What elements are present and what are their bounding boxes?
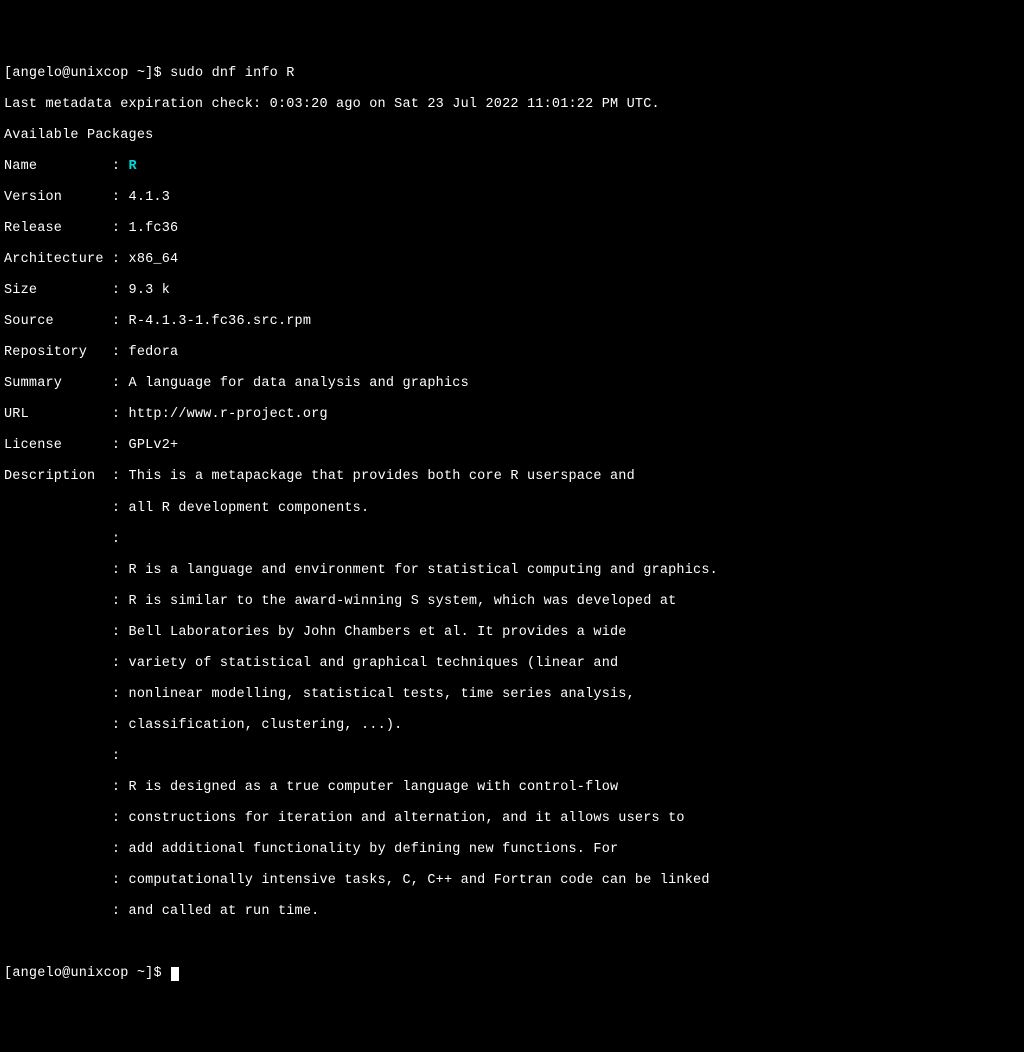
value-description-10: constructions for iteration and alternat… bbox=[129, 811, 685, 826]
cont-marker: : bbox=[4, 842, 129, 857]
prompt-user: angelo bbox=[12, 66, 62, 81]
field-description-7: : nonlinear modelling, statistical tests… bbox=[4, 687, 1020, 703]
value-architecture: x86_64 bbox=[129, 252, 179, 267]
value-description-7: nonlinear modelling, statistical tests, … bbox=[129, 687, 635, 702]
field-description-4: : R is similar to the award-winning S sy… bbox=[4, 594, 1020, 610]
field-description-6: : variety of statistical and graphical t… bbox=[4, 656, 1020, 672]
cursor-icon bbox=[171, 967, 179, 981]
field-description-1: Description : This is a metapackage that… bbox=[4, 469, 1020, 485]
label-description: Description : bbox=[4, 469, 129, 484]
prompt-line-1[interactable]: [angelo@unixcop ~]$ sudo dnf info R bbox=[4, 66, 1020, 82]
field-description-12: : computationally intensive tasks, C, C+… bbox=[4, 873, 1020, 889]
prompt-path: ~ bbox=[129, 966, 146, 981]
value-size: 9.3 k bbox=[129, 283, 171, 298]
label-repository: Repository : bbox=[4, 345, 129, 360]
field-release: Release : 1.fc36 bbox=[4, 221, 1020, 237]
cont-marker: : bbox=[4, 873, 129, 888]
field-description-blank-2: : bbox=[4, 749, 1020, 765]
field-description-5: : Bell Laboratories by John Chambers et … bbox=[4, 625, 1020, 641]
cont-marker: : bbox=[4, 811, 129, 826]
value-description-9: R is designed as a true computer languag… bbox=[129, 780, 619, 795]
label-license: License : bbox=[4, 438, 129, 453]
label-architecture: Architecture : bbox=[4, 252, 129, 267]
field-architecture: Architecture : x86_64 bbox=[4, 252, 1020, 268]
field-description-blank-1: : bbox=[4, 532, 1020, 548]
label-source: Source : bbox=[4, 314, 129, 329]
field-version: Version : 4.1.3 bbox=[4, 190, 1020, 206]
cont-marker: : bbox=[4, 501, 129, 516]
field-name: Name : R bbox=[4, 159, 1020, 175]
available-packages-header: Available Packages bbox=[4, 128, 1020, 144]
value-description-2: all R development components. bbox=[129, 501, 370, 516]
value-name: R bbox=[129, 159, 137, 174]
prompt-close: ]$ bbox=[145, 966, 170, 981]
cont-marker: : bbox=[4, 625, 129, 640]
field-url: URL : http://www.r-project.org bbox=[4, 407, 1020, 423]
field-license: License : GPLv2+ bbox=[4, 438, 1020, 454]
field-description-13: : and called at run time. bbox=[4, 904, 1020, 920]
prompt-line-2[interactable]: [angelo@unixcop ~]$ bbox=[4, 966, 1020, 982]
label-release: Release : bbox=[4, 221, 129, 236]
value-version: 4.1.3 bbox=[129, 190, 171, 205]
field-size: Size : 9.3 k bbox=[4, 283, 1020, 299]
value-description-6: variety of statistical and graphical tec… bbox=[129, 656, 619, 671]
field-description-9: : R is designed as a true computer langu… bbox=[4, 780, 1020, 796]
metadata-expiration: Last metadata expiration check: 0:03:20 … bbox=[4, 97, 1020, 113]
value-description-4: R is similar to the award-winning S syst… bbox=[129, 594, 677, 609]
field-source: Source : R-4.1.3-1.fc36.src.rpm bbox=[4, 314, 1020, 330]
field-repository: Repository : fedora bbox=[4, 345, 1020, 361]
value-license: GPLv2+ bbox=[129, 438, 179, 453]
value-repository: fedora bbox=[129, 345, 179, 360]
cont-marker: : bbox=[4, 687, 129, 702]
value-description-11: add additional functionality by defining… bbox=[129, 842, 619, 857]
label-version: Version : bbox=[4, 190, 129, 205]
command-text: sudo dnf info R bbox=[170, 66, 295, 81]
value-description-12: computationally intensive tasks, C, C++ … bbox=[129, 873, 710, 888]
label-url: URL : bbox=[4, 407, 129, 422]
value-description-8: classification, clustering, ...). bbox=[129, 718, 403, 733]
value-summary: A language for data analysis and graphic… bbox=[129, 376, 469, 391]
cont-marker: : bbox=[4, 904, 129, 919]
value-description-5: Bell Laboratories by John Chambers et al… bbox=[129, 625, 627, 640]
cont-marker: : bbox=[4, 718, 129, 733]
value-description-3: R is a language and environment for stat… bbox=[129, 563, 718, 578]
field-description-10: : constructions for iteration and altern… bbox=[4, 811, 1020, 827]
cont-marker: : bbox=[4, 656, 129, 671]
value-source: R-4.1.3-1.fc36.src.rpm bbox=[129, 314, 312, 329]
cont-marker: : bbox=[4, 563, 129, 578]
value-url: http://www.r-project.org bbox=[129, 407, 328, 422]
prompt-path: ~ bbox=[129, 66, 146, 81]
prompt-host: unixcop bbox=[70, 966, 128, 981]
value-description-1: This is a metapackage that provides both… bbox=[129, 469, 635, 484]
value-release: 1.fc36 bbox=[129, 221, 179, 236]
label-name: Name : bbox=[4, 159, 129, 174]
field-description-11: : add additional functionality by defini… bbox=[4, 842, 1020, 858]
field-description-8: : classification, clustering, ...). bbox=[4, 718, 1020, 734]
field-summary: Summary : A language for data analysis a… bbox=[4, 376, 1020, 392]
cont-marker: : bbox=[4, 594, 129, 609]
label-size: Size : bbox=[4, 283, 129, 298]
cont-marker: : bbox=[4, 780, 129, 795]
field-description-3: : R is a language and environment for st… bbox=[4, 563, 1020, 579]
value-description-13: and called at run time. bbox=[129, 904, 320, 919]
prompt-host: unixcop bbox=[70, 66, 128, 81]
field-description-2: : all R development components. bbox=[4, 501, 1020, 517]
blank-line bbox=[4, 935, 1020, 951]
label-summary: Summary : bbox=[4, 376, 129, 391]
prompt-at: @ bbox=[62, 966, 70, 981]
prompt-close: ]$ bbox=[145, 66, 170, 81]
prompt-user: angelo bbox=[12, 966, 62, 981]
prompt-open: [ bbox=[4, 966, 12, 981]
